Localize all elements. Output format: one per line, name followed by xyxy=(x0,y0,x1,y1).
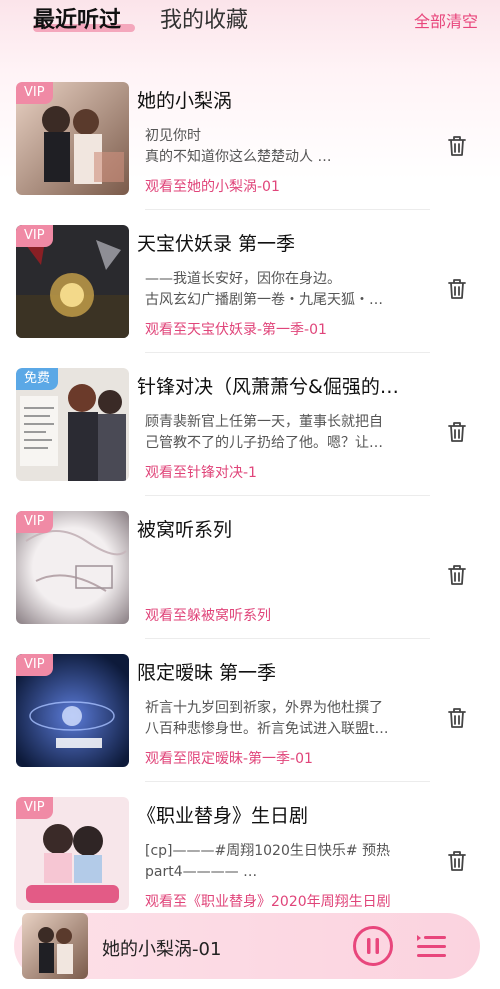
watch-progress-link[interactable]: 观看至她的小梨涡-01 xyxy=(145,176,280,196)
watch-progress-link[interactable]: 观看至《职业替身》2020年周翔生日剧 xyxy=(145,891,391,911)
vip-badge: VIP xyxy=(16,797,53,819)
desc-line: 古风玄幻广播剧第一卷・九尾天狐・… xyxy=(145,292,383,308)
trash-icon[interactable] xyxy=(446,134,468,158)
vip-badge: VIP xyxy=(16,82,53,104)
tab-favorites[interactable]: 我的收藏 xyxy=(160,2,248,34)
list-item[interactable]: VIP 她的小梨涡 初见你时 真的不知道你这么楚楚动人 … 观看至她的小梨涡-0… xyxy=(0,82,500,225)
desc-line: 八百种悲惨身世。祈言免试进入联盟t… xyxy=(145,721,389,737)
desc-line: 顾青裴新官上任第一天，董事长就把自 xyxy=(145,414,383,430)
list-item[interactable]: VIP 限定暧昧 第一季 祈言十九岁回到祈家，外界为他杜撰了 八百种悲惨身世。祈… xyxy=(0,654,500,797)
item-title[interactable]: 限定暧昧 第一季 xyxy=(137,658,437,685)
desc-line: part4———— … xyxy=(145,864,258,880)
divider xyxy=(145,209,430,210)
cover-image[interactable]: VIP xyxy=(16,654,129,767)
item-description: ——我道长安好，因你在身边。 古风玄幻广播剧第一卷・九尾天狐・… xyxy=(145,269,425,311)
watch-progress-link[interactable]: 观看至天宝伏妖录-第一季-01 xyxy=(145,319,327,339)
desc-line: [cp]———#周翔1020生日快乐# 预热 xyxy=(145,843,391,859)
vip-badge: VIP xyxy=(16,654,53,676)
trash-icon[interactable] xyxy=(446,849,468,873)
free-badge: 免费 xyxy=(16,368,59,390)
item-description: [cp]———#周翔1020生日快乐# 预热 part4———— … xyxy=(145,841,425,883)
tab-recent[interactable]: 最近听过 xyxy=(33,2,135,34)
watch-progress-link[interactable]: 观看至针锋对决-1 xyxy=(145,462,257,482)
item-description: 祈言十九岁回到祈家，外界为他杜撰了 八百种悲惨身世。祈言免试进入联盟t… xyxy=(145,698,425,740)
desc-line: ——我道长安好，因你在身边。 xyxy=(145,271,341,287)
trash-icon[interactable] xyxy=(446,563,468,587)
clear-all-button[interactable]: 全部清空 xyxy=(414,8,478,32)
cover-image[interactable]: VIP xyxy=(16,225,129,338)
trash-icon[interactable] xyxy=(446,277,468,301)
divider xyxy=(145,781,430,782)
divider xyxy=(145,495,430,496)
vip-badge: VIP xyxy=(16,225,53,247)
mini-player[interactable]: 她的小梨涡-01 xyxy=(14,913,480,979)
divider xyxy=(145,352,430,353)
item-description: 初见你时 真的不知道你这么楚楚动人 … xyxy=(145,126,425,168)
list-item[interactable]: VIP 天宝伏妖录 第一季 ——我道长安好，因你在身边。 古风玄幻广播剧第一卷・… xyxy=(0,225,500,368)
trash-icon[interactable] xyxy=(446,706,468,730)
cover-image[interactable]: VIP xyxy=(16,511,129,624)
watch-progress-link[interactable]: 观看至限定暧昧-第一季-01 xyxy=(145,748,313,768)
playlist-icon[interactable] xyxy=(414,931,448,961)
item-title[interactable]: 她的小梨涡 xyxy=(137,86,437,113)
item-title[interactable]: 针锋对决（风萧萧兮&倔强的… xyxy=(137,372,437,399)
now-playing-cover[interactable] xyxy=(22,913,88,979)
item-title[interactable]: 被窝听系列 xyxy=(137,515,437,542)
now-playing-title: 她的小梨涡-01 xyxy=(102,939,222,960)
item-title[interactable]: 天宝伏妖录 第一季 xyxy=(137,229,437,256)
tab-recent-label: 最近听过 xyxy=(33,8,122,33)
cover-image[interactable]: 免费 xyxy=(16,368,129,481)
trash-icon[interactable] xyxy=(446,420,468,444)
vip-badge: VIP xyxy=(16,511,53,533)
header: 最近听过 我的收藏 全部清空 xyxy=(0,0,500,50)
desc-line: 初见你时 xyxy=(145,128,201,144)
pause-icon[interactable] xyxy=(352,925,394,967)
cover-image[interactable]: VIP xyxy=(16,797,129,910)
desc-line: 祈言十九岁回到祈家，外界为他杜撰了 xyxy=(145,700,383,716)
item-description: 顾青裴新官上任第一天，董事长就把自 己管教不了的儿子扔给了他。嗯？让… xyxy=(145,412,425,454)
list-item[interactable]: VIP 被窝听系列 观看至躲被窝听系列 xyxy=(0,511,500,654)
tab-favorites-label: 我的收藏 xyxy=(160,8,249,33)
divider xyxy=(145,638,430,639)
item-title[interactable]: 《职业替身》生日剧 xyxy=(137,801,437,828)
desc-line: 真的不知道你这么楚楚动人 … xyxy=(145,149,332,165)
desc-line: 己管教不了的儿子扔给了他。嗯？让… xyxy=(145,435,383,451)
list-item[interactable]: 免费 针锋对决（风萧萧兮&倔强的… 顾青裴新官上任第一天，董事长就把自 己管教不… xyxy=(0,368,500,511)
cover-image[interactable]: VIP xyxy=(16,82,129,195)
watch-progress-link[interactable]: 观看至躲被窝听系列 xyxy=(145,605,271,625)
recent-list: VIP 她的小梨涡 初见你时 真的不知道你这么楚楚动人 … 观看至她的小梨涡-0… xyxy=(0,82,500,940)
